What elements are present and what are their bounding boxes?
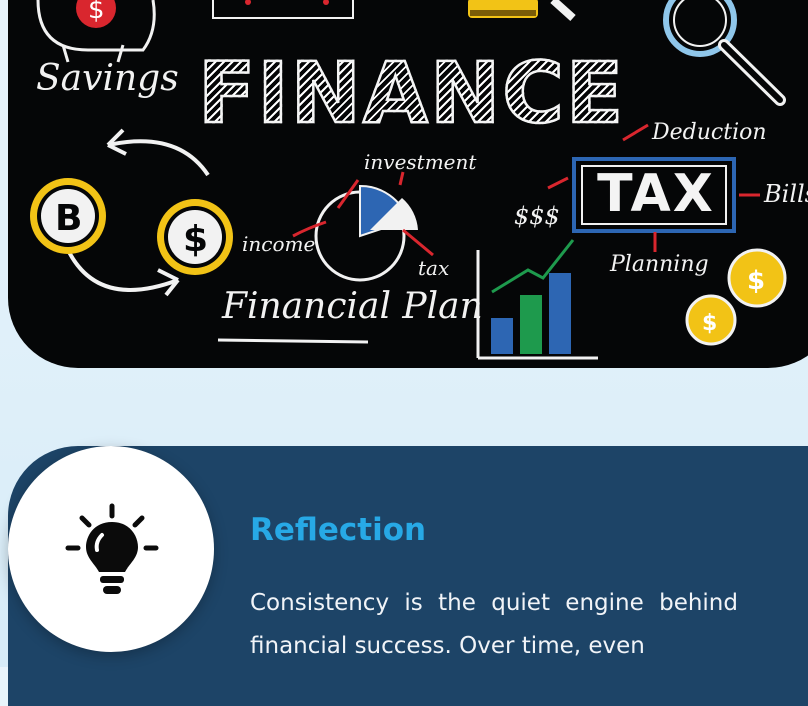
finance-chalkboard-banner: $ B $ $ $ FINANCE Savings investment inc… [8, 0, 808, 368]
deduction-label: Deduction [652, 120, 767, 145]
bar-chart-icon [476, 239, 598, 360]
investment-label: investment [364, 150, 477, 174]
tax-big-label: TAX [597, 164, 715, 224]
savings-label: Savings [36, 58, 179, 99]
svg-text:$: $ [702, 311, 717, 336]
income-label: income [242, 232, 316, 256]
bitcoin-coin-icon: B [30, 178, 106, 254]
mini-chart-icon [212, 0, 354, 19]
plan-underline [217, 338, 369, 344]
dollar-coin-icon: $ [157, 199, 233, 275]
svg-text:$: $ [88, 0, 105, 25]
svg-text:$: $ [747, 266, 765, 296]
svg-text:B: B [55, 198, 82, 239]
pie-chart-icon [292, 171, 434, 282]
lightbulb-icon [65, 503, 159, 594]
financial-plan-label: Financial Plan [222, 286, 483, 327]
dollars-label: $$$ [514, 202, 560, 230]
coin-stack-icon [468, 0, 538, 18]
piggy-bank-icon: $ [36, 0, 156, 63]
planning-label: Planning [610, 252, 709, 277]
reflection-title: Reflection [250, 512, 427, 548]
finance-title: FINANCE [197, 43, 626, 144]
icon-circle [8, 446, 214, 652]
bills-label: Bills [764, 180, 808, 208]
tax-small-label: tax [418, 256, 450, 280]
reflection-text: Consistency is the quiet engine behind f… [250, 590, 738, 659]
svg-text:$: $ [183, 219, 208, 260]
